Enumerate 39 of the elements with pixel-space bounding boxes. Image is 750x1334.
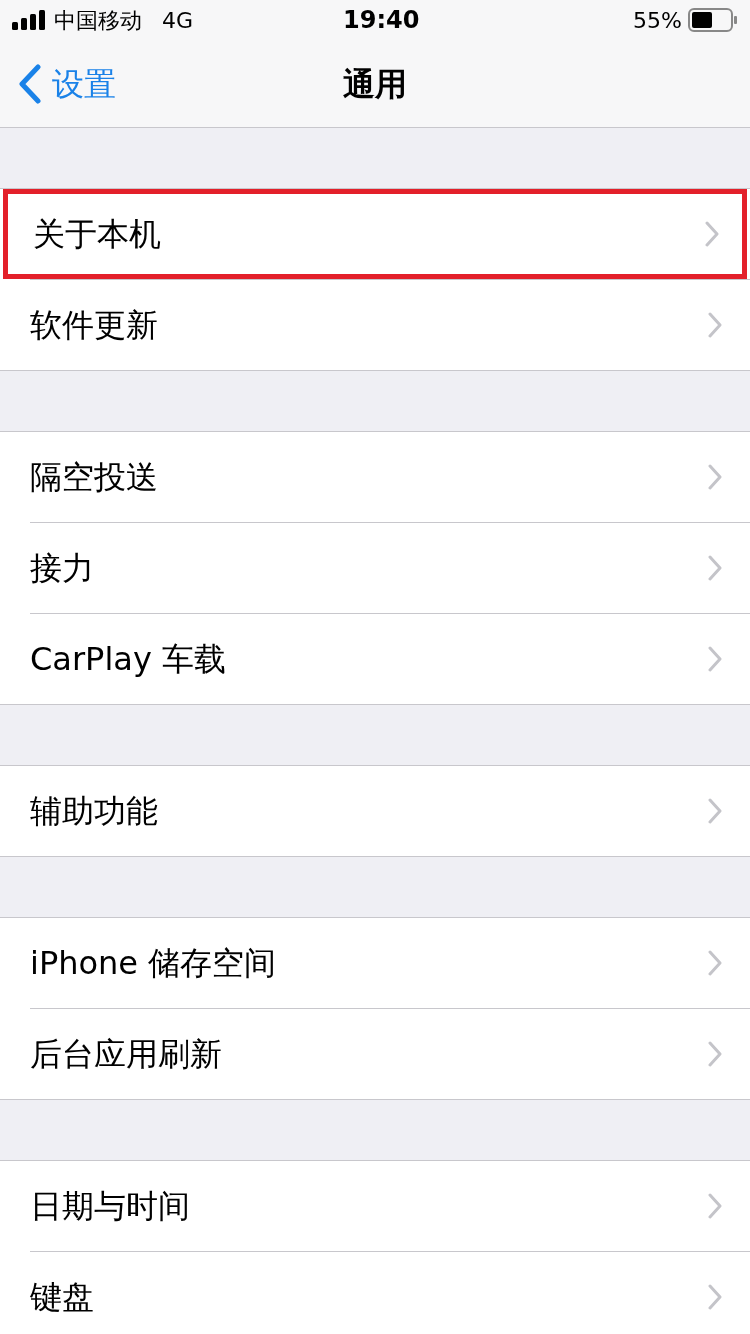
row-label: 后台应用刷新 [30,1034,223,1075]
settings-row[interactable]: 后台应用刷新 [0,1009,750,1099]
chevron-icon [708,1193,722,1219]
battery-percent: 55% [633,6,682,35]
row-label: 辅助功能 [30,791,159,832]
settings-row[interactable]: 关于本机 [3,189,747,279]
chevron-icon [708,1041,722,1067]
row-label: iPhone 储存空间 [30,943,278,984]
chevron-icon [708,555,722,581]
settings-row[interactable]: 辅助功能 [0,766,750,856]
carrier-name: 中国移动 [54,6,142,35]
row-label: CarPlay 车载 [30,639,227,680]
row-label: 隔空投送 [30,457,159,498]
battery-icon [688,8,738,32]
settings-row[interactable]: iPhone 储存空间 [0,918,750,1008]
back-chevron-icon [18,63,42,104]
chevron-icon [708,646,722,672]
signal-icon [12,10,46,30]
row-label: 键盘 [30,1277,95,1318]
row-label: 接力 [30,548,95,589]
settings-row[interactable]: 接力 [0,523,750,613]
row-label: 关于本机 [33,214,162,255]
page-title: 通用 [343,63,407,105]
chevron-icon [708,950,722,976]
status-time: 19:40 [343,5,420,36]
back-button[interactable]: 设置 [0,59,116,108]
chevron-icon [708,464,722,490]
settings-row[interactable]: CarPlay 车载 [0,614,750,704]
chevron-icon [708,312,722,338]
settings-row[interactable]: 软件更新 [0,280,750,370]
row-label: 软件更新 [30,305,159,346]
chevron-icon [708,1284,722,1310]
row-label: 日期与时间 [30,1186,191,1227]
settings-row[interactable]: 日期与时间 [0,1161,750,1251]
network-type: 4G [162,6,194,35]
settings-row[interactable]: 键盘 [0,1252,750,1334]
chevron-icon [705,221,719,247]
chevron-icon [708,798,722,824]
settings-row[interactable]: 隔空投送 [0,432,750,522]
